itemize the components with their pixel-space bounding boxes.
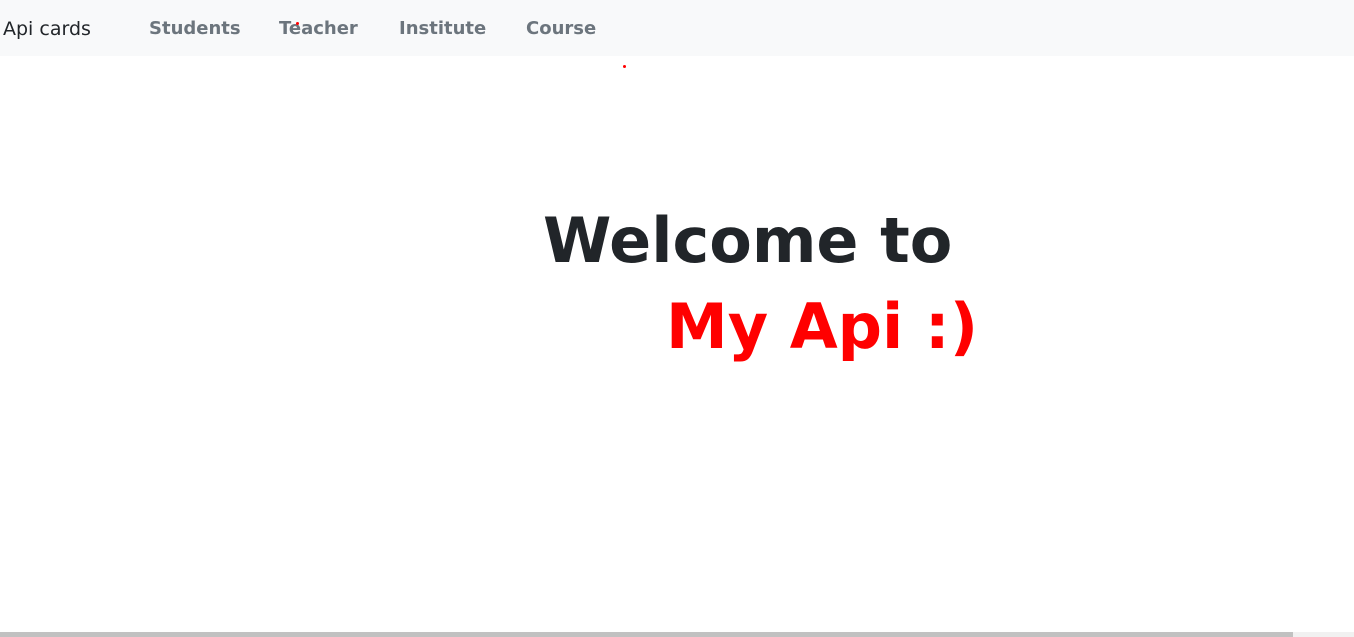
horizontal-scrollbar[interactable] [0,632,1354,637]
api-heading: My Api :) [666,290,979,363]
nav-link-institute[interactable]: Institute [399,17,486,41]
brand-link[interactable]: Api cards [3,17,91,41]
top-navbar: Api cards Students Teacher Institute Cou… [0,0,1354,56]
red-dot-marker [623,65,626,68]
welcome-heading: Welcome to [543,204,953,277]
nav-link-students[interactable]: Students [149,17,241,41]
scrollbar-thumb[interactable] [0,632,1293,637]
nav-link-course[interactable]: Course [526,17,596,41]
nav-link-teacher[interactable]: Teacher [279,17,358,41]
red-dot-marker [296,22,299,25]
